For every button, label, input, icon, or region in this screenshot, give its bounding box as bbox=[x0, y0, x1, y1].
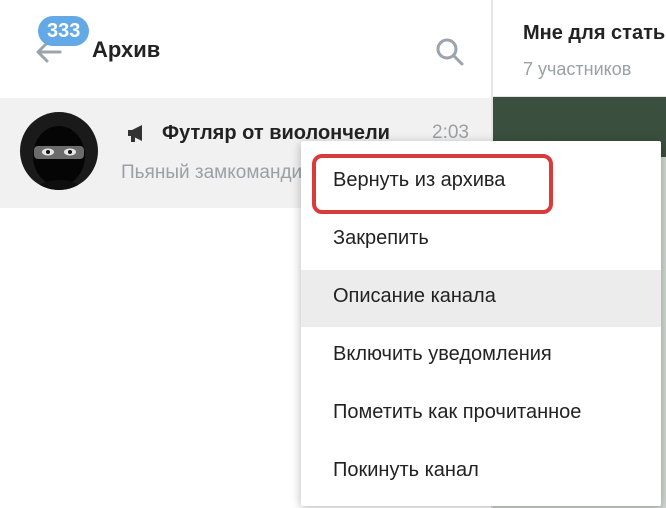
menu-item-label: Закрепить bbox=[333, 227, 429, 249]
menu-item-channel-info[interactable]: Описание канала bbox=[301, 270, 661, 327]
menu-item-label: Покинуть канал bbox=[333, 459, 479, 481]
conversation-header[interactable]: Мне для статьи 7 участников bbox=[493, 0, 666, 97]
menu-item-unarchive[interactable]: Вернуть из архива bbox=[301, 154, 661, 211]
avatar bbox=[20, 112, 98, 190]
menu-item-pin[interactable]: Закрепить bbox=[301, 212, 661, 269]
unread-count-badge: 333 bbox=[38, 16, 90, 46]
search-button[interactable] bbox=[434, 36, 466, 68]
menu-item-label: Включить уведомления bbox=[333, 343, 552, 365]
menu-item-label: Описание канала bbox=[333, 285, 496, 307]
conversation-subtitle: 7 участников bbox=[523, 59, 632, 79]
megaphone-icon bbox=[128, 125, 142, 142]
search-icon bbox=[436, 38, 464, 66]
menu-item-label: Пометить как прочитанное bbox=[333, 401, 582, 423]
chat-preview: Пьяный замкомандира bbox=[121, 162, 324, 183]
menu-item-mark-as-read[interactable]: Пометить как прочитанное bbox=[301, 386, 661, 443]
menu-item-leave-channel[interactable]: Покинуть канал bbox=[301, 444, 661, 501]
conversation-title: Мне для статьи bbox=[523, 22, 666, 44]
menu-item-enable-notifications[interactable]: Включить уведомления bbox=[301, 328, 661, 385]
page-title: Архив bbox=[92, 37, 161, 62]
archive-header: 333 Архив bbox=[0, 0, 491, 98]
context-menu: Вернуть из архива Закрепить Описание кан… bbox=[301, 141, 661, 506]
menu-item-label: Вернуть из архива bbox=[333, 169, 506, 191]
